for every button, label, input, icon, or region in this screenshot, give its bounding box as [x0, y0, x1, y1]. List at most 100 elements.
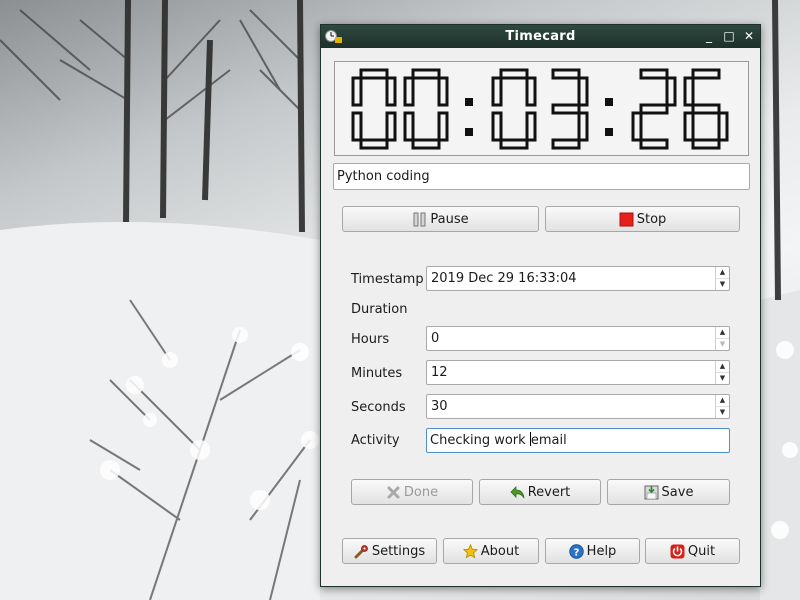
clock-segment	[639, 138, 669, 150]
clock-segment	[385, 111, 397, 142]
clock-colon-dot	[605, 98, 613, 106]
save-disk-icon	[644, 485, 659, 500]
clock-digit-5	[683, 68, 729, 150]
x-icon	[386, 485, 401, 500]
help-question-icon: ?	[568, 543, 584, 559]
timestamp-label: Timestamp	[351, 272, 424, 287]
clock-digit-0	[351, 68, 397, 150]
save-button[interactable]: Save	[607, 479, 730, 505]
clock-segment	[359, 138, 389, 150]
hours-value: 0	[431, 331, 440, 346]
svg-text:?: ?	[573, 547, 579, 558]
window-title: Timecard	[505, 29, 576, 44]
stop-button[interactable]: Stop	[545, 206, 740, 232]
clock-segment	[665, 76, 677, 107]
clock-segment	[351, 76, 363, 107]
minutes-spinbox[interactable]: 12 ▲ ▼	[426, 360, 730, 385]
hours-spin-arrows[interactable]: ▲ ▼	[715, 327, 729, 350]
about-button[interactable]: About	[443, 538, 539, 564]
pause-label: Pause	[430, 211, 469, 227]
task-name-field[interactable]: Python coding	[333, 163, 750, 190]
elapsed-time-display	[334, 61, 749, 156]
save-label: Save	[661, 484, 694, 500]
clock-segment	[491, 76, 503, 107]
minutes-spin-arrows[interactable]: ▲ ▼	[715, 361, 729, 384]
activity-input[interactable]: Checking work email	[426, 428, 730, 453]
clock-segment	[551, 103, 581, 115]
clock-segment	[691, 68, 721, 80]
clock-segment	[499, 138, 529, 150]
spin-down-icon[interactable]: ▼	[716, 278, 729, 290]
clock-segment	[551, 138, 581, 150]
activity-text-before-caret: Checking work	[430, 433, 530, 448]
clock-segment	[683, 76, 695, 107]
clock-segment	[411, 138, 441, 150]
pause-button[interactable]: Pause	[342, 206, 539, 232]
hours-spinbox[interactable]: 0 ▲ ▼	[426, 326, 730, 351]
spin-up-icon[interactable]: ▲	[716, 361, 729, 372]
maximize-button[interactable]: □	[720, 27, 738, 45]
clock-segment	[525, 111, 537, 142]
spin-up-icon[interactable]: ▲	[716, 327, 729, 338]
clock-segment	[639, 103, 669, 115]
quit-label: Quit	[687, 543, 716, 559]
seconds-value: 30	[431, 399, 448, 414]
clock-segment	[403, 76, 415, 107]
clock-segment	[717, 111, 729, 142]
clock-digit-2	[491, 68, 537, 150]
clock-colon-dot	[465, 128, 473, 136]
timestamp-value: 2019 Dec 29 16:33:04	[431, 271, 577, 286]
star-icon	[462, 543, 478, 559]
done-label: Done	[403, 484, 439, 500]
clock-segment	[691, 103, 721, 115]
minutes-value: 12	[431, 365, 448, 380]
activity-label: Activity	[351, 433, 400, 448]
seconds-spin-arrows[interactable]: ▲ ▼	[715, 395, 729, 418]
stop-icon	[619, 212, 634, 227]
spin-down-icon[interactable]: ▼	[716, 338, 729, 350]
help-button[interactable]: ? Help	[545, 538, 640, 564]
clock-segment	[639, 68, 669, 80]
clock-segment	[403, 111, 415, 142]
clock-segment	[351, 111, 363, 142]
settings-button[interactable]: Settings	[342, 538, 437, 564]
spin-up-icon[interactable]: ▲	[716, 267, 729, 278]
quit-button[interactable]: Quit	[645, 538, 740, 564]
seconds-label: Seconds	[351, 400, 406, 415]
timestamp-spinbox[interactable]: 2019 Dec 29 16:33:04 ▲ ▼	[426, 266, 730, 291]
activity-text-after-caret: email	[530, 433, 567, 448]
clock-segment	[385, 76, 397, 107]
stop-label: Stop	[636, 211, 667, 227]
settings-wrench-icon	[354, 544, 369, 559]
clock-segment	[437, 76, 449, 107]
titlebar[interactable]: Timecard _ □ ✕	[321, 25, 760, 48]
clock-segment	[631, 111, 643, 142]
pause-icon	[412, 212, 427, 227]
clock-segment	[691, 138, 721, 150]
clock-segment	[491, 111, 503, 142]
revert-arrow-icon	[510, 485, 525, 500]
clock-digit-4	[631, 68, 677, 150]
hours-label: Hours	[351, 332, 390, 347]
help-label: Help	[586, 543, 617, 559]
clock-colon-dot	[605, 128, 613, 136]
spin-down-icon[interactable]: ▼	[716, 372, 729, 384]
spin-down-icon[interactable]: ▼	[716, 406, 729, 418]
clock-digit-1	[403, 68, 449, 150]
done-button[interactable]: Done	[351, 479, 473, 505]
clock-segment	[437, 111, 449, 142]
seven-segment-clock	[351, 68, 729, 150]
revert-button[interactable]: Revert	[479, 479, 601, 505]
close-button[interactable]: ✕	[740, 27, 758, 45]
timestamp-spin-arrows[interactable]: ▲ ▼	[715, 267, 729, 290]
clock-segment	[577, 76, 589, 107]
spin-up-icon[interactable]: ▲	[716, 395, 729, 406]
minimize-button[interactable]: _	[700, 27, 718, 45]
power-icon	[670, 544, 685, 559]
clock-segment	[577, 111, 589, 142]
timecard-window: Timecard _ □ ✕ Python coding Pause Stop …	[320, 24, 761, 587]
clock-segment	[411, 68, 441, 80]
clock-colon-dot	[465, 98, 473, 106]
seconds-spinbox[interactable]: 30 ▲ ▼	[426, 394, 730, 419]
clock-segment	[683, 111, 695, 142]
